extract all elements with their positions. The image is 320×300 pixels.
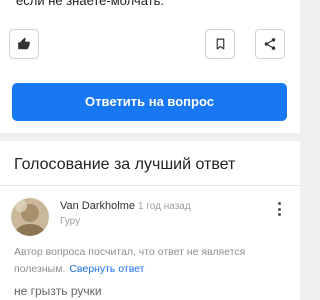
avatar[interactable] — [11, 198, 49, 236]
like-button[interactable] — [9, 29, 39, 59]
answer-question-button[interactable]: Ответить на вопрос — [12, 83, 287, 121]
collapse-answer-link[interactable]: Свернуть ответ — [69, 263, 144, 275]
author-name[interactable]: Van Darkholme — [60, 200, 135, 212]
bookmark-button[interactable] — [205, 29, 235, 59]
bookmark-icon — [216, 38, 224, 50]
share-button[interactable] — [255, 29, 285, 59]
vote-card: Голосование за лучший ответ Van Darkholm… — [0, 141, 300, 300]
avatar-image — [11, 198, 49, 236]
more-options-icon[interactable] — [274, 200, 284, 218]
divider — [0, 185, 300, 186]
author-time: 1 год назад — [138, 201, 191, 212]
answer-card: если не знаете-молчать. Ответить на вопр… — [0, 0, 300, 133]
answer-snippet: не грызть ручки — [14, 284, 102, 298]
section-title: Голосование за лучший ответ — [14, 156, 236, 173]
author-rank: Гуру — [60, 216, 81, 227]
vote-note: Автор вопроса посчитал, что ответ не явл… — [14, 244, 290, 278]
share-icon — [264, 38, 276, 50]
answer-text: если не знаете-молчать. — [16, 0, 164, 8]
thumbs-up-icon — [18, 37, 30, 50]
